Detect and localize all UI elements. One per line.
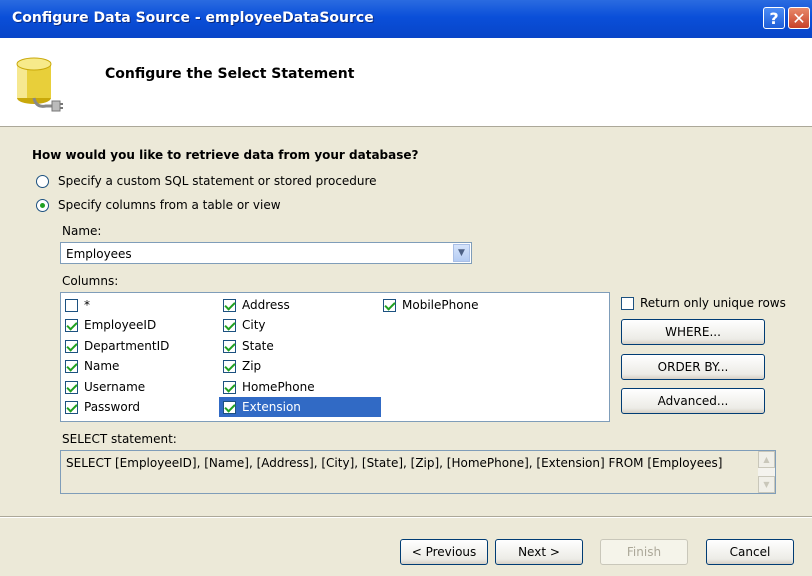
table-name-value: Employees bbox=[66, 247, 132, 261]
column-item-name[interactable]: Name bbox=[61, 356, 123, 376]
column-checkbox[interactable] bbox=[223, 359, 236, 373]
column-label: * bbox=[84, 298, 90, 312]
retrieve-question: How would you like to retrieve data from… bbox=[32, 148, 419, 162]
column-label: Password bbox=[84, 400, 141, 414]
column-item-homephone[interactable]: HomePhone bbox=[219, 377, 319, 397]
column-label: MobilePhone bbox=[402, 298, 479, 312]
next-button[interactable]: Next > bbox=[495, 539, 583, 565]
column-checkbox[interactable] bbox=[223, 318, 236, 332]
table-view-radio[interactable] bbox=[36, 198, 49, 212]
column-checkbox[interactable] bbox=[223, 298, 236, 312]
column-item-zip[interactable]: Zip bbox=[219, 356, 265, 376]
where-button[interactable]: WHERE... bbox=[621, 319, 765, 345]
column-item-extension[interactable]: Extension bbox=[219, 397, 381, 417]
column-label: DepartmentID bbox=[84, 339, 170, 353]
table-name-select[interactable]: Employees ▼ bbox=[60, 242, 472, 264]
custom-sql-label: Specify a custom SQL statement or stored… bbox=[58, 174, 377, 188]
column-checkbox[interactable] bbox=[65, 380, 78, 394]
footer-divider bbox=[0, 516, 812, 518]
column-label: City bbox=[242, 318, 266, 332]
column-checkbox[interactable] bbox=[65, 298, 78, 312]
columns-label: Columns: bbox=[62, 274, 119, 288]
select-statement-box[interactable]: SELECT [EmployeeID], [Name], [Address], … bbox=[60, 450, 776, 494]
column-item-departmentid[interactable]: DepartmentID bbox=[61, 336, 173, 356]
column-label: Username bbox=[84, 380, 146, 394]
cancel-button[interactable]: Cancel bbox=[706, 539, 794, 565]
column-checkbox[interactable] bbox=[223, 339, 236, 353]
column-label: HomePhone bbox=[242, 380, 315, 394]
column-label: Extension bbox=[242, 400, 301, 414]
custom-sql-radio[interactable] bbox=[36, 174, 49, 188]
column-item-city[interactable]: City bbox=[219, 315, 270, 335]
column-item-state[interactable]: State bbox=[219, 336, 278, 356]
column-label: Name bbox=[84, 359, 120, 373]
unique-rows-option[interactable]: Return only unique rows bbox=[621, 296, 786, 310]
name-label: Name: bbox=[62, 224, 102, 238]
custom-sql-option[interactable]: Specify a custom SQL statement or stored… bbox=[36, 172, 377, 190]
database-icon bbox=[16, 57, 63, 112]
column-checkbox[interactable] bbox=[65, 318, 78, 332]
scroll-up-icon[interactable]: ▲ bbox=[758, 451, 775, 468]
order-by-button[interactable]: ORDER BY... bbox=[621, 354, 765, 380]
column-item-password[interactable]: Password bbox=[61, 397, 144, 417]
previous-button[interactable]: < Previous bbox=[400, 539, 488, 565]
column-checkbox[interactable] bbox=[65, 400, 78, 414]
scroll-down-icon[interactable]: ▼ bbox=[758, 476, 775, 493]
table-view-option[interactable]: Specify columns from a table or view bbox=[36, 196, 281, 214]
select-statement-text: SELECT [EmployeeID], [Name], [Address], … bbox=[66, 456, 723, 470]
help-button[interactable]: ? bbox=[763, 7, 785, 29]
column-item-username[interactable]: Username bbox=[61, 377, 149, 397]
window-title: Configure Data Source - employeeDataSour… bbox=[12, 10, 374, 26]
column-item-star[interactable]: * bbox=[61, 295, 94, 315]
columns-list[interactable]: * EmployeeID DepartmentID Name Username … bbox=[60, 292, 610, 422]
column-checkbox[interactable] bbox=[65, 359, 78, 373]
unique-rows-label: Return only unique rows bbox=[640, 296, 786, 310]
column-item-employeeid[interactable]: EmployeeID bbox=[61, 315, 160, 335]
column-checkbox[interactable] bbox=[65, 339, 78, 353]
unique-rows-checkbox[interactable] bbox=[621, 296, 634, 310]
column-label: EmployeeID bbox=[84, 318, 157, 332]
column-item-mobilephone[interactable]: MobilePhone bbox=[379, 295, 483, 315]
column-label: Address bbox=[242, 298, 290, 312]
title-bar: Configure Data Source - employeeDataSour… bbox=[0, 0, 812, 38]
sql-scrollbar[interactable]: ▲ ▼ bbox=[758, 451, 775, 493]
page-heading: Configure the Select Statement bbox=[105, 66, 355, 82]
column-checkbox[interactable] bbox=[383, 298, 396, 312]
column-checkbox[interactable] bbox=[223, 400, 236, 414]
column-label: Zip bbox=[242, 359, 262, 373]
advanced-button[interactable]: Advanced... bbox=[621, 388, 765, 414]
table-view-label: Specify columns from a table or view bbox=[58, 198, 281, 212]
column-checkbox[interactable] bbox=[223, 380, 236, 394]
wizard-header: Configure the Select Statement bbox=[0, 38, 812, 127]
select-statement-label: SELECT statement: bbox=[62, 432, 177, 446]
chevron-down-icon[interactable]: ▼ bbox=[453, 244, 470, 262]
close-button[interactable]: ✕ bbox=[788, 7, 810, 29]
column-label: State bbox=[242, 339, 274, 353]
column-item-address[interactable]: Address bbox=[219, 295, 294, 315]
finish-button[interactable]: Finish bbox=[600, 539, 688, 565]
